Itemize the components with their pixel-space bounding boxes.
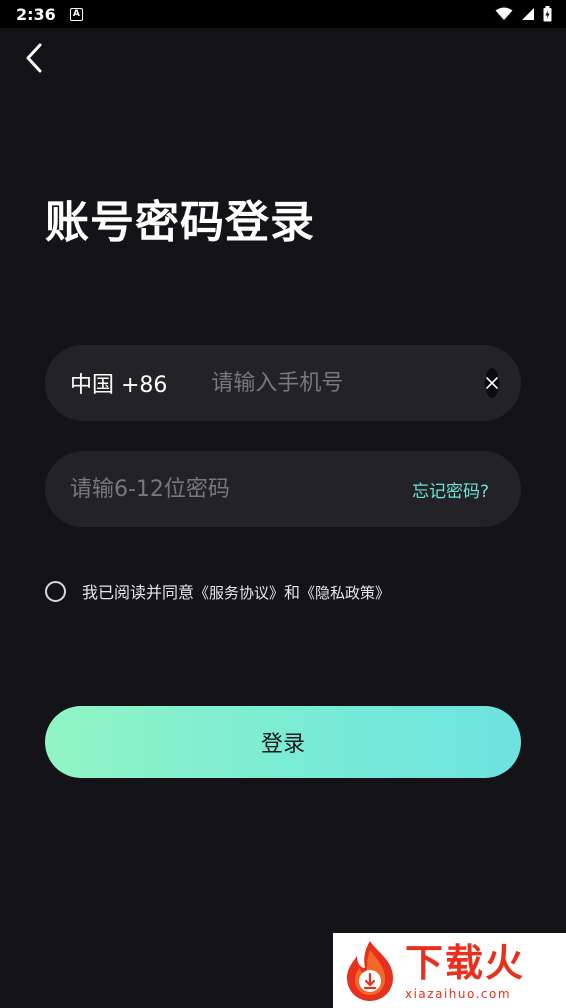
agreement-checkbox[interactable] [45, 580, 66, 602]
watermark-url: xiazaihuo.com [405, 986, 512, 1001]
flame-logo-icon [347, 940, 393, 1001]
privacy-policy-link[interactable]: 《隐私政策》 [300, 584, 390, 602]
close-icon [486, 377, 499, 389]
agreement-row: 我已阅读并同意《服务协议》和《隐私政策》 [45, 579, 390, 603]
status-bar: 2:36 A [0, 0, 566, 28]
notification-icon: A [69, 7, 83, 21]
status-time: 2:36 [16, 4, 56, 24]
agreement-conjunction: 和 [284, 583, 301, 602]
page-title: 账号密码登录 [45, 197, 315, 248]
agreement-text: 我已阅读并同意《服务协议》和《隐私政策》 [82, 579, 390, 603]
password-field: 忘记密码? [45, 451, 521, 527]
watermark: 下载火 xiazaihuo.com [333, 933, 566, 1008]
chevron-left-icon [26, 43, 42, 73]
service-agreement-link[interactable]: 《服务协议》 [194, 584, 284, 602]
agreement-prefix: 我已阅读并同意 [82, 583, 195, 602]
battery-icon [543, 6, 552, 22]
login-screen: 2:36 A 账号密码登录 中国 +86 请输入手机号 忘记密码? 我已阅读并同… [0, 0, 566, 1008]
back-button[interactable] [18, 40, 50, 76]
status-icons [495, 6, 552, 22]
password-input[interactable] [70, 476, 412, 502]
phone-input[interactable] [211, 370, 486, 396]
signal-icon [522, 8, 534, 20]
wifi-icon [495, 7, 513, 20]
country-code-selector[interactable]: 中国 +86 [70, 367, 167, 399]
phone-field: 中国 +86 [45, 345, 521, 421]
forgot-password-link[interactable]: 忘记密码? [412, 477, 489, 502]
watermark-text: 下载火 xiazaihuo.com [405, 941, 525, 1001]
login-button[interactable]: 登录 [45, 706, 521, 778]
clear-phone-button[interactable] [485, 368, 500, 398]
watermark-brand: 下载火 [405, 940, 526, 985]
